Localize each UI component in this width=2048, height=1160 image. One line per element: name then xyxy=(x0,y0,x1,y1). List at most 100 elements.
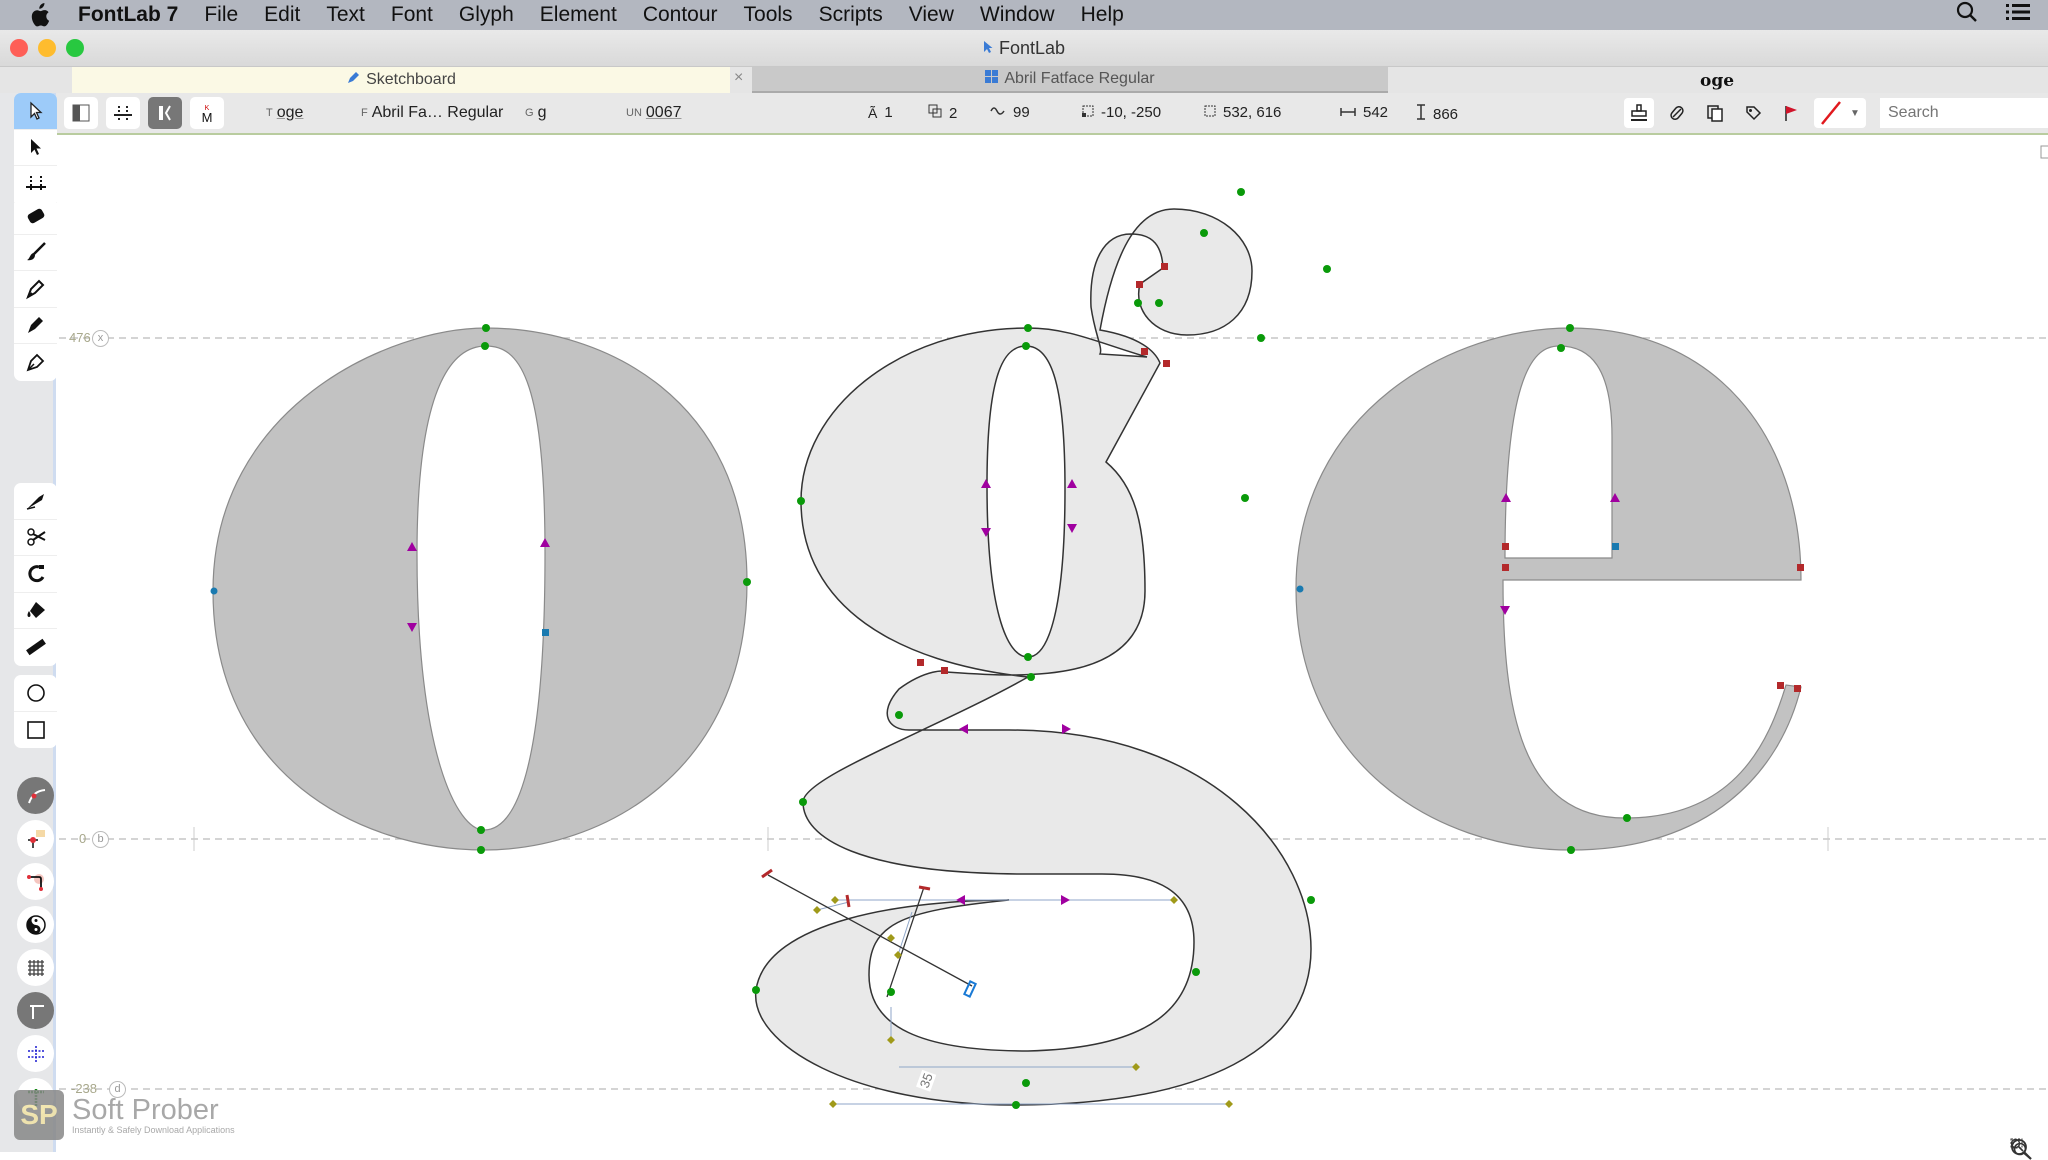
menu-tools[interactable]: Tools xyxy=(744,3,793,27)
cursor-icon xyxy=(983,38,993,59)
measure-line xyxy=(886,886,925,998)
layers-icon: Ã xyxy=(868,104,878,121)
metrics-mode-button[interactable] xyxy=(106,97,140,129)
window-title-bar: FontLab xyxy=(0,30,2048,67)
menu-app-name[interactable]: FontLab 7 xyxy=(78,3,178,27)
search-icon[interactable] xyxy=(1956,1,1978,29)
x-height-value: 476 xyxy=(69,330,91,345)
watermark-subtitle: Instantly & Safely Download Applications xyxy=(72,1125,235,1135)
pencil-tool[interactable] xyxy=(14,271,57,308)
menu-window[interactable]: Window xyxy=(980,3,1055,27)
glyph-name-input[interactable]: g xyxy=(538,104,547,122)
tab-bar: Sketchboard × Abril Fatface Regular oge xyxy=(0,67,2048,93)
layers-stat: Ã 1 xyxy=(868,104,893,121)
rapidograph-tool[interactable] xyxy=(14,308,57,344)
ruler-tool[interactable] xyxy=(14,629,57,666)
curvature-toggle[interactable] xyxy=(17,777,54,814)
menu-file[interactable]: File xyxy=(204,3,238,27)
pen-icon xyxy=(346,71,360,90)
width-icon xyxy=(1340,104,1356,121)
metrics-lines-icon xyxy=(29,1004,44,1019)
nodes-stat: 99 xyxy=(990,104,1030,121)
glyph-canvas[interactable]: 476 x 0 b -238 d 35 xyxy=(59,137,2048,1160)
x-height-badge[interactable]: x xyxy=(92,330,109,347)
menu-view[interactable]: View xyxy=(909,3,954,27)
window-title: FontLab xyxy=(0,38,2048,59)
menu-font[interactable]: Font xyxy=(391,3,433,27)
menu-glyph[interactable]: Glyph xyxy=(459,3,514,27)
apple-icon[interactable] xyxy=(28,2,54,28)
corner-toggle[interactable] xyxy=(17,863,54,900)
menu-contour[interactable]: Contour xyxy=(643,3,718,27)
kerning-mode-button[interactable] xyxy=(148,97,182,129)
fill-tool[interactable] xyxy=(14,593,57,629)
svg-text:M: M xyxy=(202,110,213,123)
color-mark-dropdown[interactable]: ▼ xyxy=(1814,98,1866,128)
grid-toggle[interactable] xyxy=(17,949,54,986)
search-input[interactable] xyxy=(1880,98,2048,128)
menu-scripts[interactable]: Scripts xyxy=(819,3,883,27)
editing-tools-group xyxy=(14,483,57,666)
master-mode-button[interactable]: KM xyxy=(190,97,224,129)
element-tool[interactable] xyxy=(14,130,57,166)
baseline-badge[interactable]: b xyxy=(92,831,109,848)
menu-text[interactable]: Text xyxy=(326,3,365,27)
nodes-icon xyxy=(990,104,1006,121)
watermark: SP Soft Prober Instantly & Safely Downlo… xyxy=(14,1090,235,1140)
font-field[interactable]: F Abril Fa… Regular xyxy=(361,104,503,122)
tag-icon[interactable] xyxy=(1738,98,1768,128)
tab-sketchboard[interactable]: Sketchboard xyxy=(72,67,730,93)
grid-icon xyxy=(27,959,44,976)
magnet-tool[interactable] xyxy=(14,556,57,593)
square-icon xyxy=(26,720,45,739)
tab-font-window[interactable]: Abril Fatface Regular xyxy=(752,67,1388,93)
unicode-input[interactable]: 0067 xyxy=(646,104,682,122)
coordinates-icon xyxy=(27,829,45,848)
ruler-icon xyxy=(25,639,46,656)
measure-endpoints xyxy=(761,868,931,908)
stamp-tool-button[interactable] xyxy=(1624,98,1654,128)
glyph-e xyxy=(1295,327,1802,851)
fountain-pen-icon xyxy=(26,353,44,372)
contours-stat: 2 xyxy=(928,104,957,122)
ellipse-tool[interactable] xyxy=(14,675,57,712)
fountain-pen-tool[interactable] xyxy=(14,344,57,381)
eraser-icon xyxy=(27,208,44,223)
brush-tool[interactable] xyxy=(14,235,57,271)
fill-toggle[interactable] xyxy=(17,906,54,943)
glyph-field[interactable]: G g xyxy=(525,104,546,122)
measure-handle xyxy=(962,980,978,998)
font-selector[interactable]: Abril Fa… Regular xyxy=(372,104,504,122)
scissors-tool[interactable] xyxy=(14,520,57,556)
list-icon[interactable] xyxy=(2006,2,2030,28)
flag-icon[interactable] xyxy=(1776,98,1806,128)
copy-layers-icon[interactable] xyxy=(1700,98,1730,128)
rectangle-tool[interactable] xyxy=(14,712,57,749)
link-icon[interactable] xyxy=(1662,98,1692,128)
menu-element[interactable]: Element xyxy=(540,3,617,27)
eraser-tool[interactable] xyxy=(14,198,57,235)
node-coordinates-toggle[interactable] xyxy=(17,820,54,857)
unicode-field[interactable]: UN 0067 xyxy=(626,104,681,122)
guides-toggle[interactable] xyxy=(17,1035,54,1072)
tool-palette: AV T xyxy=(0,93,57,1152)
sidebar-toggle-button[interactable] xyxy=(64,97,98,129)
yin-yang-icon xyxy=(25,914,46,935)
curvature-icon xyxy=(27,788,45,803)
metrics-icon xyxy=(25,175,46,192)
menu-bar: FontLab 7 File Edit Text Font Glyph Elem… xyxy=(0,0,2048,30)
drawing-tools-group xyxy=(14,198,57,381)
text-input[interactable]: oge xyxy=(277,104,304,122)
chevron-down-icon: ▼ xyxy=(1850,107,1860,119)
scissors-icon xyxy=(26,528,46,546)
menu-help[interactable]: Help xyxy=(1081,3,1124,27)
knife-tool[interactable] xyxy=(14,483,57,520)
tab-close-button[interactable]: × xyxy=(734,69,743,87)
text-field[interactable]: T oge xyxy=(266,104,303,122)
metrics-toggle[interactable] xyxy=(17,992,54,1029)
rapidograph-icon xyxy=(27,317,43,334)
contour-tool[interactable] xyxy=(14,93,57,130)
menu-edit[interactable]: Edit xyxy=(264,3,300,27)
circle-icon xyxy=(26,683,45,702)
size-stat: 532, 616 xyxy=(1204,104,1281,121)
